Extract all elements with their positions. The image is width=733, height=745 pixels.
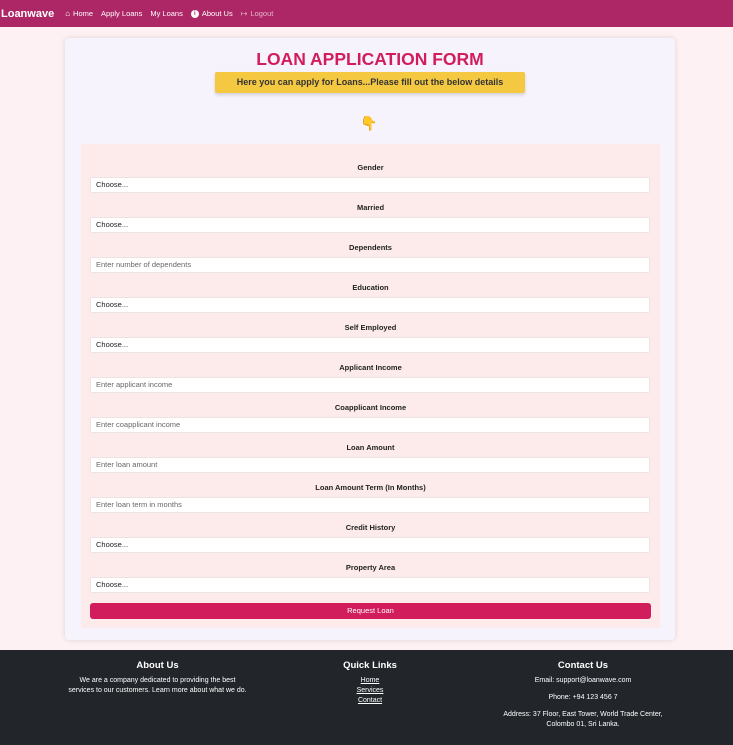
footer-about-text-1: We are a company dedicated to providing … (79, 677, 236, 684)
nav-home-label: Home (73, 9, 94, 18)
footer-email: Email: support@loanwave.com (534, 677, 632, 684)
credit-history-label: Credit History (345, 523, 396, 532)
property-area-label: Property Area (345, 563, 396, 572)
loan-amount-input[interactable]: Enter loan amount (90, 457, 650, 473)
footer-about-text-2: services to our customers. Learn more ab… (68, 687, 247, 694)
nav-apply-loans[interactable]: Apply Loans (101, 9, 142, 18)
info-icon: i (190, 9, 199, 18)
coapplicant-income-input[interactable]: Enter coapplicant income (90, 417, 650, 433)
self-employed-select[interactable]: Choose... (90, 337, 650, 353)
nav-my-loans-label: My Loans (150, 9, 183, 18)
home-icon: ⌂ (65, 8, 71, 18)
nav-apply-loans-label: Apply Loans (101, 9, 143, 18)
loan-amount-label: Loan Amount (346, 443, 395, 452)
nav-home[interactable]: ⌂ Home (65, 9, 93, 18)
footer-address-2: Colombo 01, Sri Lanka. (546, 721, 620, 728)
nav-about-us[interactable]: i About Us (190, 9, 233, 18)
footer-about: About Us We are a company dedicated to p… (55, 660, 260, 696)
loan-form: Gender Choose... Married Choose... Depen… (81, 144, 660, 628)
gender-select[interactable]: Choose... (90, 177, 650, 193)
nav-my-loans[interactable]: My Loans (150, 9, 183, 18)
footer-link-home[interactable]: Home (320, 676, 420, 686)
education-select[interactable]: Choose... (90, 297, 650, 313)
dependents-input[interactable]: Enter number of dependents (90, 257, 650, 273)
navbar: Loanwave ⌂ Home Apply Loans My Loans i A… (0, 0, 733, 27)
footer-quick-links-heading: Quick Links (343, 660, 397, 671)
nav-logout[interactable]: ↦ Logout (241, 9, 274, 18)
brand-logo[interactable]: Loanwave (1, 8, 54, 20)
footer-link-contact[interactable]: Contact (320, 696, 420, 706)
loan-application-card: LOAN APPLICATION FORM Here you can apply… (65, 38, 675, 640)
logout-icon: ↦ (240, 8, 248, 18)
footer-contact-heading: Contact Us (557, 660, 609, 671)
page-title: LOAN APPLICATION FORM (256, 49, 484, 69)
gender-label: Gender (357, 163, 384, 172)
coapplicant-income-label: Coapplicant Income (334, 403, 407, 412)
married-label: Married (356, 203, 385, 212)
credit-history-select[interactable]: Choose... (90, 537, 650, 553)
footer-link-services[interactable]: Services (320, 686, 420, 696)
property-area-select[interactable]: Choose... (90, 577, 650, 593)
education-label: Education (352, 283, 389, 292)
nav-about-us-label: About Us (201, 9, 233, 18)
footer-contact: Contact Us Email: support@loanwave.com P… (483, 660, 683, 730)
footer-address-1: Address: 37 Floor, East Tower, World Tra… (503, 711, 663, 718)
loan-term-label: Loan Amount Term (In Months) (315, 483, 426, 492)
applicant-income-label: Applicant Income (339, 363, 402, 372)
footer-phone: Phone: +94 123 456 7 (548, 694, 618, 701)
pointing-down-hand-icon: 👇 (360, 115, 378, 131)
loan-term-input[interactable]: Enter loan term in months (90, 497, 650, 513)
dependents-label: Dependents (349, 243, 392, 252)
instruction-banner: Here you can apply for Loans...Please fi… (215, 72, 525, 93)
married-select[interactable]: Choose... (90, 217, 650, 233)
self-employed-label: Self Employed (344, 323, 397, 332)
request-loan-button[interactable]: Request Loan (90, 603, 651, 619)
nav-logout-label: Logout (250, 9, 274, 18)
applicant-income-input[interactable]: Enter applicant income (90, 377, 650, 393)
footer-about-heading: About Us (136, 660, 179, 671)
footer: About Us We are a company dedicated to p… (0, 650, 733, 745)
footer-quick-links: Quick Links Home Services Contact (320, 660, 420, 706)
